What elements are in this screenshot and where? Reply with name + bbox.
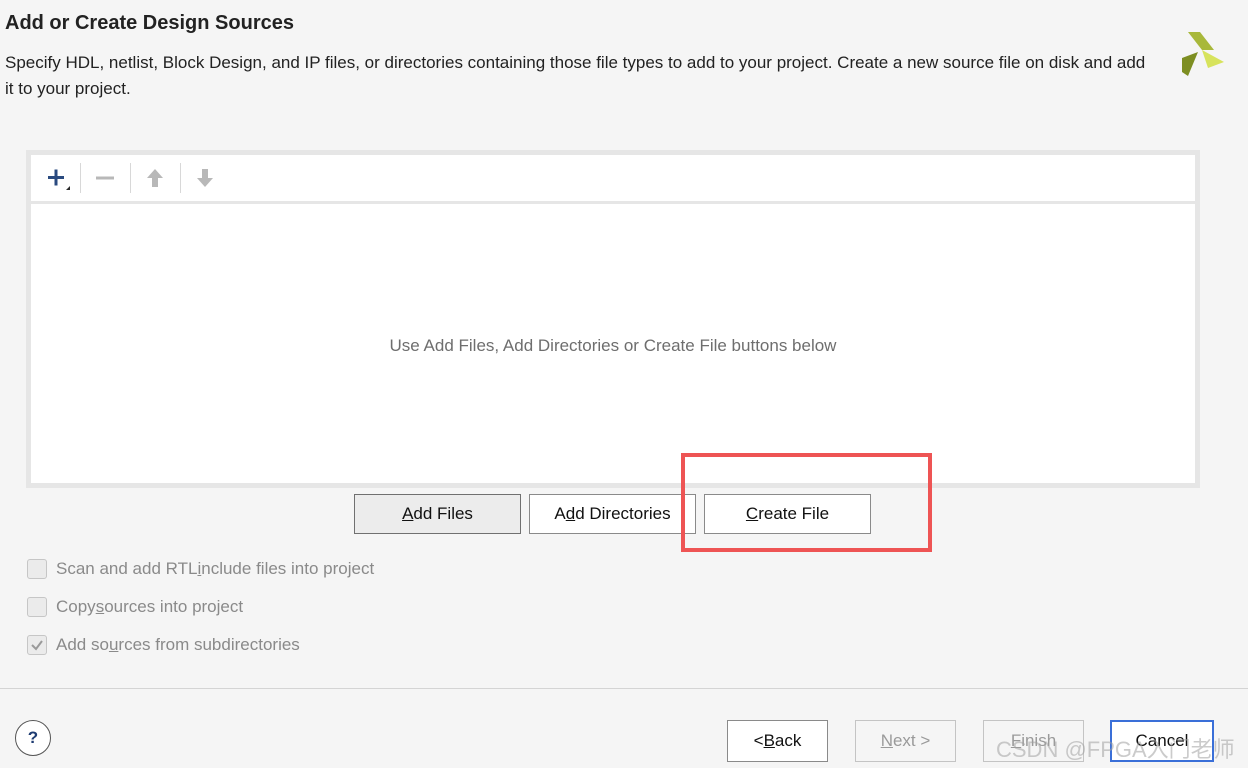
button-label: A — [554, 504, 566, 523]
move-up-button[interactable] — [131, 155, 179, 201]
option-add-subdirectories[interactable]: Add so u rces from subdirectories — [27, 634, 300, 656]
option-label: rces from subdirectories — [118, 635, 300, 654]
mnemonic-key: N — [880, 731, 893, 750]
mnemonic-key: B — [763, 731, 775, 750]
add-directories-button[interactable]: Add Directories — [529, 494, 696, 534]
button-label: dd Files — [413, 504, 473, 523]
option-label: Copy — [56, 597, 96, 616]
checkbox[interactable] — [27, 559, 47, 579]
plus-icon — [48, 169, 70, 190]
next-button[interactable]: Next > — [855, 720, 956, 762]
mnemonic-key: s — [95, 597, 105, 616]
empty-list-message: Use Add Files, Add Directories or Create… — [389, 336, 837, 355]
button-label: ext > — [892, 731, 931, 750]
footer-divider — [0, 688, 1248, 689]
option-label: Scan and add RTL — [56, 559, 198, 578]
arrow-up-icon — [147, 169, 163, 187]
vivado-logo-icon — [1182, 32, 1224, 76]
page-description: Specify HDL, netlist, Block Design, and … — [5, 53, 1146, 98]
back-button[interactable]: < Back — [727, 720, 828, 762]
mnemonic-key: u — [108, 635, 119, 654]
annotation-highlight-box — [681, 453, 932, 552]
button-label: < — [753, 731, 764, 750]
option-label: ources into project — [104, 597, 244, 616]
checkmark-icon — [31, 640, 43, 651]
remove-button[interactable] — [81, 155, 129, 201]
watermark: CSDN @FPGA入门老师 — [996, 737, 1235, 762]
file-list[interactable]: Use Add Files, Add Directories or Create… — [31, 204, 1195, 483]
option-label: nclude files into project — [201, 559, 375, 578]
add-files-button[interactable]: Add Files — [354, 494, 521, 534]
move-down-button[interactable] — [181, 155, 229, 201]
button-label: d Directories — [575, 504, 671, 523]
mnemonic-key: A — [402, 504, 414, 523]
help-icon: ? — [27, 728, 39, 747]
help-button[interactable]: ? — [15, 720, 51, 756]
option-label: Add so — [56, 635, 109, 654]
checkbox[interactable] — [27, 597, 47, 617]
button-label: ack — [774, 731, 802, 750]
mnemonic-key: d — [565, 504, 576, 523]
checkbox[interactable] — [27, 635, 47, 655]
option-scan-rtl-include[interactable]: Scan and add RTL i nclude files into proj… — [27, 558, 374, 580]
sources-toolbar — [31, 155, 1195, 201]
add-button[interactable] — [33, 155, 81, 201]
option-copy-sources[interactable]: Copy s ources into project — [27, 596, 243, 618]
arrow-down-icon — [197, 169, 213, 187]
minus-icon — [96, 176, 114, 180]
page-title: Add or Create Design Sources — [5, 12, 294, 34]
